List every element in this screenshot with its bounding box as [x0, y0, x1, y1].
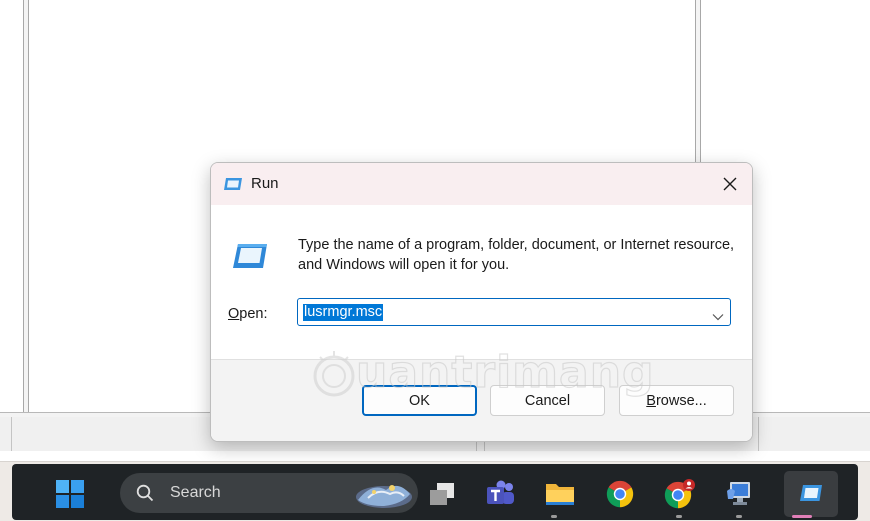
remote-desktop-button[interactable] [720, 474, 760, 514]
dialog-title: Run [251, 175, 279, 192]
search-highlight-icon [352, 476, 414, 515]
task-view-icon [430, 483, 454, 505]
run-large-icon [232, 243, 268, 274]
chevron-down-icon[interactable] [712, 308, 724, 326]
ok-button[interactable]: OK [362, 385, 477, 416]
search-icon [136, 484, 154, 507]
remote-desktop-running-indicator [736, 515, 742, 518]
cancel-button[interactable]: Cancel [490, 385, 605, 416]
file-explorer-button[interactable] [540, 474, 580, 514]
open-input[interactable]: lusrmgr.msc [303, 304, 384, 321]
file-explorer-running-indicator [551, 515, 557, 518]
search-placeholder: Search [170, 484, 221, 501]
chrome-icon [606, 480, 634, 508]
run-app-icon [223, 177, 243, 196]
teams-icon [487, 480, 514, 504]
background-window-edge [23, 0, 29, 416]
background-window-edge-right [695, 0, 701, 170]
taskbar-search[interactable]: Search [120, 473, 418, 513]
chrome-profile-button[interactable] [660, 474, 700, 514]
close-button[interactable] [708, 163, 752, 205]
chrome-profile-running-indicator [676, 515, 682, 518]
close-icon [723, 177, 737, 191]
open-combobox[interactable]: lusrmgr.msc [297, 298, 731, 326]
task-view-button[interactable] [422, 474, 462, 514]
title-bar[interactable]: Run [211, 163, 752, 205]
remote-desktop-icon [727, 482, 750, 505]
taskbar: Search [0, 461, 870, 521]
taskbar-inner: Search [12, 464, 858, 520]
browse-button[interactable]: Browse... [619, 385, 734, 416]
run-taskbar-icon [800, 485, 822, 501]
dialog-footer: OK Cancel Browse... [211, 359, 752, 441]
chrome-profile-icon [664, 479, 695, 509]
chrome-button[interactable] [600, 474, 640, 514]
start-button[interactable] [50, 474, 90, 514]
folder-icon [546, 484, 574, 505]
run-taskbar-button[interactable] [784, 471, 838, 517]
run-active-indicator [792, 515, 812, 518]
run-dialog: Run Type the name of a program, folder, … [210, 162, 753, 442]
windows-logo-icon [56, 480, 84, 508]
open-label: Open: [228, 306, 268, 322]
dialog-description: Type the name of a program, folder, docu… [298, 237, 735, 273]
teams-button[interactable] [480, 474, 520, 514]
